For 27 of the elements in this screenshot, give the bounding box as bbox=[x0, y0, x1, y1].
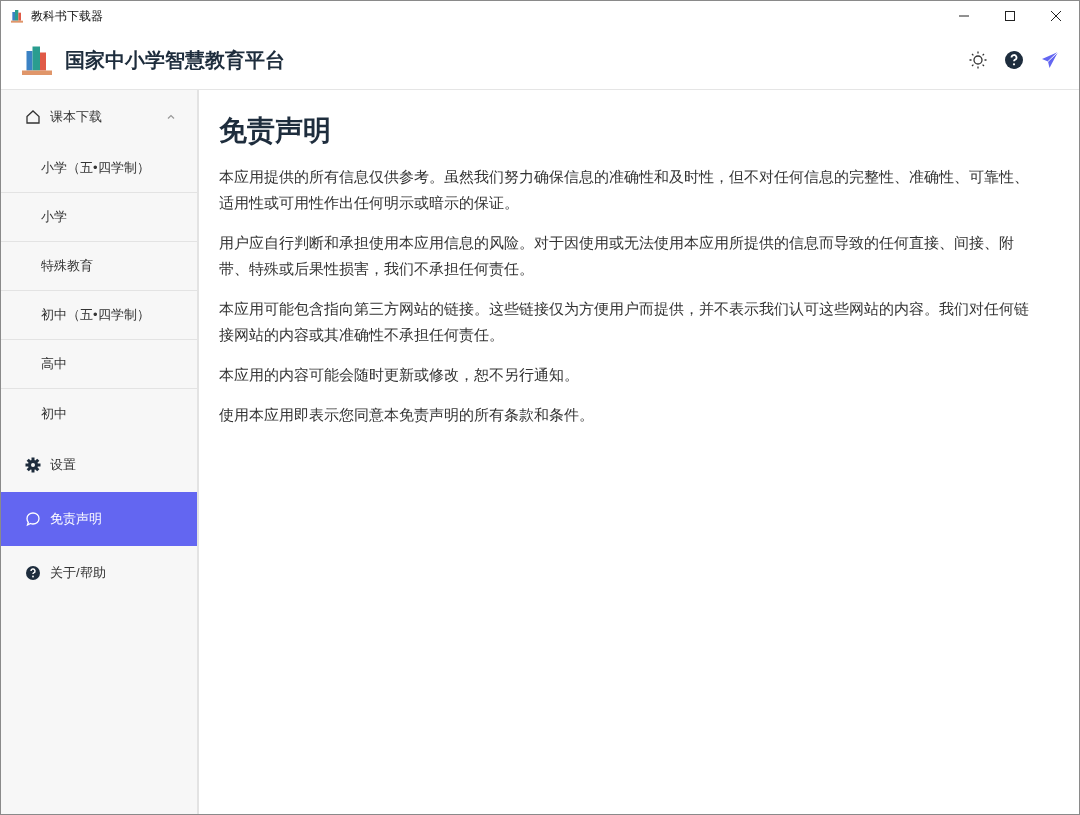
nav-item[interactable]: 初中 bbox=[1, 389, 197, 438]
maximize-icon[interactable] bbox=[1004, 10, 1016, 22]
nav-item[interactable]: 特殊教育 bbox=[1, 242, 197, 291]
app-title: 国家中小学智慧教育平台 bbox=[65, 47, 285, 73]
chat-bubble-icon bbox=[25, 511, 41, 527]
gear-icon bbox=[25, 457, 41, 473]
sun-icon[interactable] bbox=[967, 49, 989, 71]
paragraph: 本应用提供的所有信息仅供参考。虽然我们努力确保信息的准确性和及时性，但不对任何信息的完整性、准确性、可靠性、适用性或可用性作出任何明示或暗示的保证。 bbox=[219, 167, 1030, 213]
nav-item[interactable]: 小学 bbox=[1, 193, 197, 242]
home-icon bbox=[25, 109, 41, 125]
window-title: 教科书下载器 bbox=[31, 7, 103, 25]
help-icon[interactable] bbox=[1003, 49, 1025, 71]
page-heading: 免责声明 bbox=[219, 114, 332, 148]
close-icon[interactable] bbox=[1050, 10, 1062, 22]
paragraph: 使用本应用即表示您同意本免责声明的所有条款和条件。 bbox=[219, 405, 595, 425]
nav-group[interactable]: 课本下载 bbox=[1, 90, 197, 144]
help-icon bbox=[25, 565, 41, 581]
nav-item[interactable]: 小学（五•四学制） bbox=[1, 144, 197, 193]
paragraph: 本应用的内容可能会随时更新或修改，恕不另行通知。 bbox=[219, 365, 580, 385]
nav-item[interactable]: 高中 bbox=[1, 340, 197, 389]
paragraph: 本应用可能包含指向第三方网站的链接。这些链接仅为方便用户而提供，并不表示我们认可这些网站的内容。我们对任何链接网站的内容或其准确性不承担任何责任。 bbox=[219, 299, 1030, 345]
nav-item[interactable]: 初中（五•四学制） bbox=[1, 291, 197, 340]
books-logo-icon bbox=[9, 8, 25, 24]
nav-item[interactable]: 设置 bbox=[1, 438, 197, 492]
nav-item[interactable]: 免责声明 bbox=[1, 492, 197, 546]
nav-item[interactable]: 关于/帮助 bbox=[1, 546, 197, 600]
paragraph: 用户应自行判断和承担使用本应用信息的风险。对于因使用或无法使用本应用所提供的信息而导致的任何直接、间接、附带、特殊或后果性损害，我们不承担任何责任。 bbox=[219, 233, 1015, 279]
